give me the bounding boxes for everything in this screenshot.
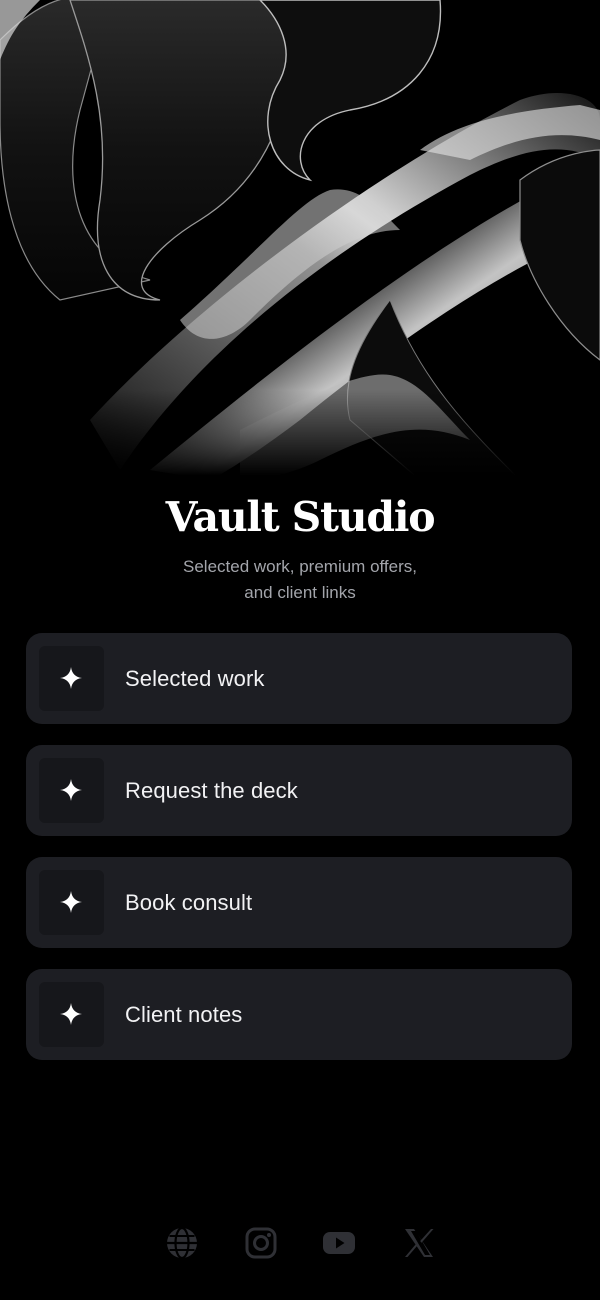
link-card-client-notes[interactable]: Client notes: [26, 969, 572, 1060]
link-list: Selected work Request the deck Book cons…: [26, 633, 572, 1081]
youtube-icon[interactable]: [322, 1226, 356, 1260]
sparkle-icon: [39, 646, 104, 711]
profile-bio: Selected work, premium offers, and clien…: [183, 557, 417, 602]
link-label: Selected work: [125, 666, 265, 691]
link-label: Book consult: [125, 890, 253, 915]
profile-name: Vault Studio: [165, 493, 436, 541]
x-icon[interactable]: [402, 1226, 436, 1260]
link-card-book-consult[interactable]: Book consult: [26, 857, 572, 948]
hero-image: [0, 0, 600, 480]
sparkle-icon: [39, 982, 104, 1047]
link-card-selected-work[interactable]: Selected work: [26, 633, 572, 724]
globe-icon[interactable]: [165, 1226, 199, 1260]
link-label: Client notes: [125, 1002, 243, 1027]
hero-fade: [0, 390, 600, 480]
link-card-request-deck[interactable]: Request the deck: [26, 745, 572, 836]
instagram-icon[interactable]: [244, 1226, 278, 1260]
sparkle-icon: [39, 870, 104, 935]
social-links: [0, 1226, 600, 1260]
link-label: Request the deck: [125, 778, 298, 803]
sparkle-icon: [39, 758, 104, 823]
